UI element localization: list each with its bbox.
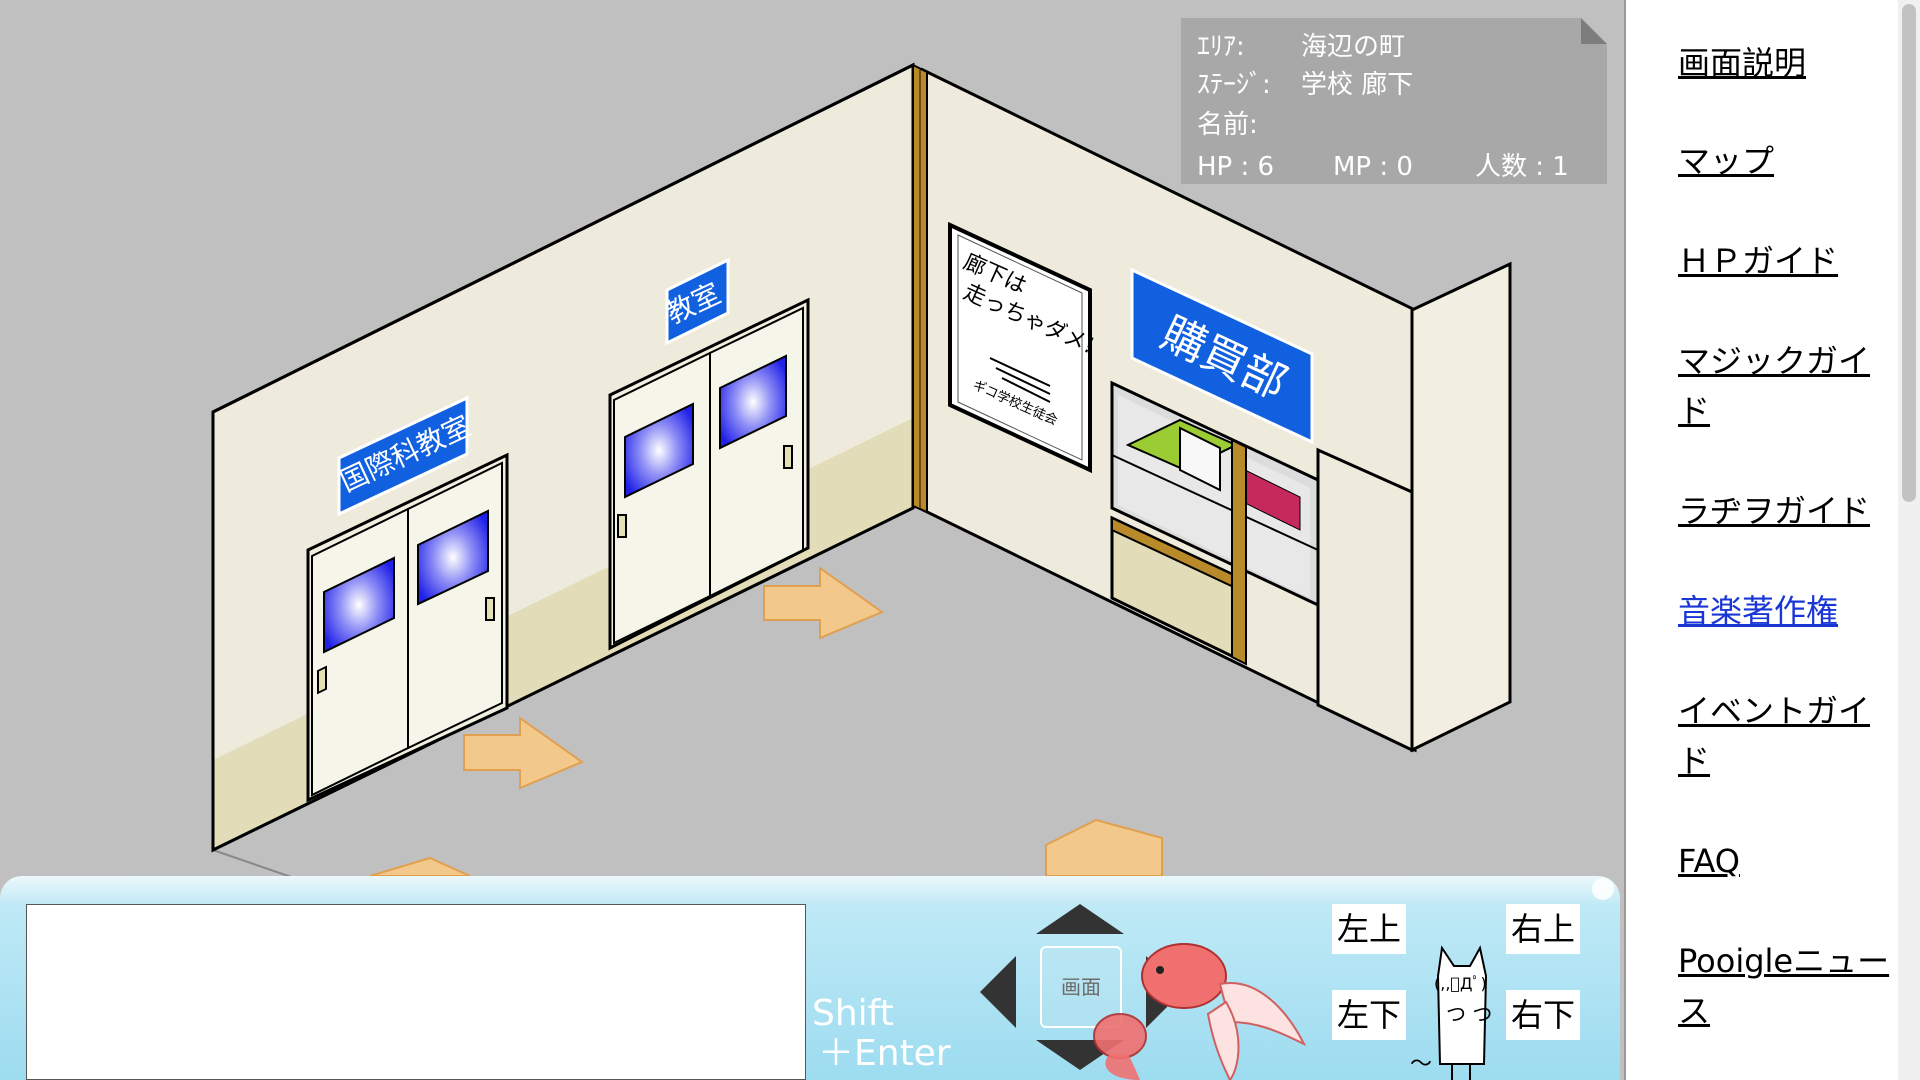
chat-input[interactable] <box>26 904 806 1080</box>
sidebar-link-screen-guide[interactable]: 画面説明 <box>1678 38 1894 88</box>
people-count: 人数 : 1 <box>1475 152 1569 182</box>
giko-cat-avatar: (,,ﾟДﾟ) つ つ ～ <box>1410 940 1502 1080</box>
enter-label: ＋Enter <box>818 1033 951 1074</box>
arrow-left-icon[interactable] <box>980 956 1016 1028</box>
stats-row: HP : 6 MP : 0 人数 : 1 <box>1197 146 1569 183</box>
shift-label: Shift <box>812 993 894 1034</box>
status-panel: ｴﾘｱ: 海辺の町 ｽﾃｰｼﾞ: 学校 廊下 名前: HP : 6 MP : 0 人数 … <box>1181 18 1607 184</box>
control-panel: Shift ＋Enter 画面 左上 右上 左下 右下 (,,ﾟДﾟ) つ つ … <box>0 876 1620 1080</box>
move-upper-right-button[interactable]: 右上 <box>1506 904 1580 954</box>
panel-corner-dot <box>1592 878 1614 900</box>
mascot-hands: つ つ <box>1446 1002 1493 1026</box>
sidebar-link-music-copyright[interactable]: 音楽著作権 <box>1678 586 1894 636</box>
hp-value: HP : 6 <box>1197 152 1275 182</box>
area-label: ｴﾘｱ: <box>1197 32 1245 62</box>
stage-label: ｽﾃｰｼﾞ: <box>1197 70 1271 100</box>
fold-corner-icon <box>1581 18 1607 44</box>
name-row: 名前: <box>1197 104 1301 141</box>
move-lower-right-button[interactable]: 右下 <box>1506 990 1580 1040</box>
partition-face <box>1316 447 1414 753</box>
sidebar: 画面説明 マップ ＨＰガイド マジックガイド ラヂヲガイド 音楽著作権 イベント… <box>1624 0 1920 1080</box>
stage-row: ｽﾃｰｼﾞ: 学校 廊下 <box>1197 64 1413 101</box>
sidebar-link-map[interactable]: マップ <box>1678 136 1894 186</box>
sidebar-scrollbar[interactable] <box>1898 0 1920 1080</box>
mascot-face: (,,ﾟДﾟ) <box>1434 974 1487 993</box>
sidebar-link-event-guide[interactable]: イベントガイド <box>1678 686 1894 786</box>
mascot-tilde: ～ <box>1410 1052 1433 1077</box>
sidebar-link-hp-guide[interactable]: ＨＰガイド <box>1678 236 1894 286</box>
move-lower-left-button[interactable]: 左下 <box>1332 990 1406 1040</box>
sidebar-link-radio-guide[interactable]: ラヂヲガイド <box>1678 486 1894 536</box>
area-row: ｴﾘｱ: 海辺の町 <box>1197 26 1405 63</box>
sidebar-scrollbar-thumb[interactable] <box>1902 4 1916 502</box>
name-label: 名前: <box>1197 110 1258 140</box>
move-upper-left-button[interactable]: 左上 <box>1332 904 1406 954</box>
sidebar-link-faq[interactable]: FAQ <box>1678 836 1894 886</box>
shift-enter-hint: Shift ＋Enter <box>812 994 951 1074</box>
mp-value: MP : 0 <box>1333 152 1413 182</box>
sidebar-link-magic-guide[interactable]: マジックガイド <box>1678 336 1894 436</box>
game-view[interactable]: 国際科教室 教室 廊下は 走っちゃダメ! ギコ学校生徒会 購買部 ｴﾘｱ: 海辺… <box>0 0 1624 1080</box>
area-value: 海辺の町 <box>1301 32 1406 62</box>
partition-side <box>1410 261 1512 753</box>
stage-value: 学校 廊下 <box>1301 70 1414 100</box>
goldfish-icon <box>1093 943 1307 1080</box>
sidebar-link-pooigle-news[interactable]: Pooigleニュース <box>1678 936 1894 1036</box>
